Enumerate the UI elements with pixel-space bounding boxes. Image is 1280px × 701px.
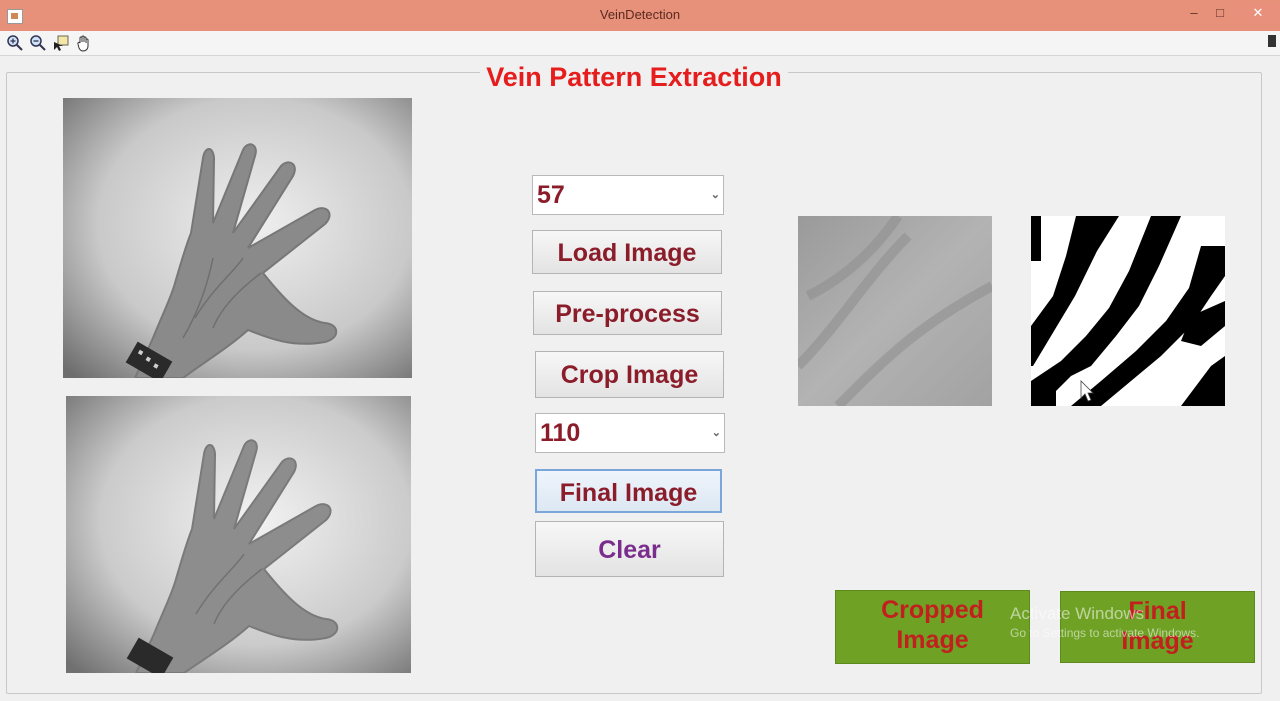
threshold-select-2-value: 110 (540, 419, 581, 447)
crop-image-button[interactable]: Crop Image (535, 351, 724, 398)
cropped-image-label-line1: Cropped (881, 596, 984, 624)
pan-hand-icon[interactable] (75, 34, 93, 52)
clear-button[interactable]: Clear (535, 521, 724, 577)
watermark-line1: Activate Windows (1010, 604, 1145, 623)
title-bar: VeinDetection – □ ✕ (0, 0, 1280, 32)
chevron-down-icon: ⌄ (710, 189, 720, 201)
preprocessed-hand-image (66, 396, 411, 673)
window-edge-marker (1268, 35, 1276, 47)
zoom-in-icon[interactable] (6, 34, 24, 52)
panel-title-wrap: Vein Pattern Extraction (0, 62, 1268, 93)
activate-windows-watermark: Activate Windows Go to Settings to activ… (1010, 604, 1199, 640)
load-image-button[interactable]: Load Image (532, 230, 722, 274)
cropped-image-button[interactable]: Cropped Image (835, 590, 1030, 664)
close-button[interactable]: ✕ (1236, 3, 1280, 22)
threshold-select-1-value: 57 (537, 181, 565, 209)
figure-toolbar (0, 31, 1280, 56)
final-image-button[interactable]: Final Image (535, 469, 722, 513)
threshold-select-1[interactable]: 57 ⌄ (532, 175, 724, 215)
watermark-line2: Go to Settings to activate Windows. (1010, 626, 1200, 640)
cropped-image-label-line2: Image (896, 626, 969, 654)
chevron-down-icon: ⌄ (711, 427, 721, 439)
vein-pattern-image (1031, 216, 1225, 406)
cropped-region-image (798, 216, 992, 406)
preprocess-button[interactable]: Pre-process (533, 291, 722, 335)
maximize-button[interactable]: □ (1210, 3, 1230, 22)
window-title: VeinDetection (599, 7, 681, 22)
zoom-out-icon[interactable] (29, 34, 47, 52)
threshold-select-2[interactable]: 110 ⌄ (535, 413, 725, 453)
minimize-button[interactable]: – (1184, 3, 1204, 22)
panel-title: Vein Pattern Extraction (480, 62, 788, 92)
original-hand-image (63, 98, 412, 378)
data-cursor-icon[interactable] (52, 34, 70, 52)
